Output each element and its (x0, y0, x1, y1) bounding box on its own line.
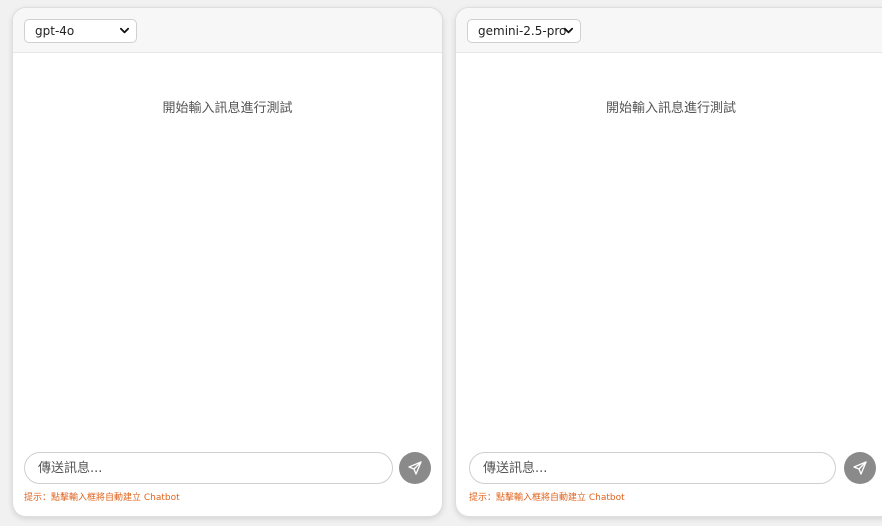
send-icon (853, 461, 867, 475)
empty-state-message: 開始輸入訊息進行測試 (605, 101, 736, 116)
chevron-down-icon (120, 27, 129, 34)
message-input[interactable] (469, 452, 836, 484)
panel-header: gpt-4o (13, 8, 442, 53)
send-icon (408, 461, 422, 475)
chevron-down-icon (564, 27, 573, 34)
send-button[interactable] (399, 452, 431, 484)
hint-text: 提示：點擊輸入框將自動建立 Chatbot (469, 493, 625, 503)
chat-panel-left: gpt-4o 開始輸入訊息進行測試 提示：點擊輸入框將自動建立 Chatbot (12, 7, 443, 517)
compare-workspace: gpt-4o 開始輸入訊息進行測試 提示：點擊輸入框將自動建立 Chatbot … (0, 0, 882, 526)
empty-state-message: 開始輸入訊息進行測試 (162, 101, 293, 116)
send-button[interactable] (844, 452, 876, 484)
model-select-value: gemini-2.5-pro (478, 24, 567, 38)
model-select-value: gpt-4o (35, 24, 75, 38)
hint-text: 提示：點擊輸入框將自動建立 Chatbot (24, 493, 180, 503)
panel-header: gemini-2.5-pro (456, 8, 882, 53)
chat-panel-right: gemini-2.5-pro 開始輸入訊息進行測試 提示：點擊輸入框將自動建立 … (455, 7, 882, 517)
message-input[interactable] (24, 452, 393, 484)
model-select[interactable]: gemini-2.5-pro (467, 19, 581, 43)
model-select[interactable]: gpt-4o (24, 19, 137, 43)
